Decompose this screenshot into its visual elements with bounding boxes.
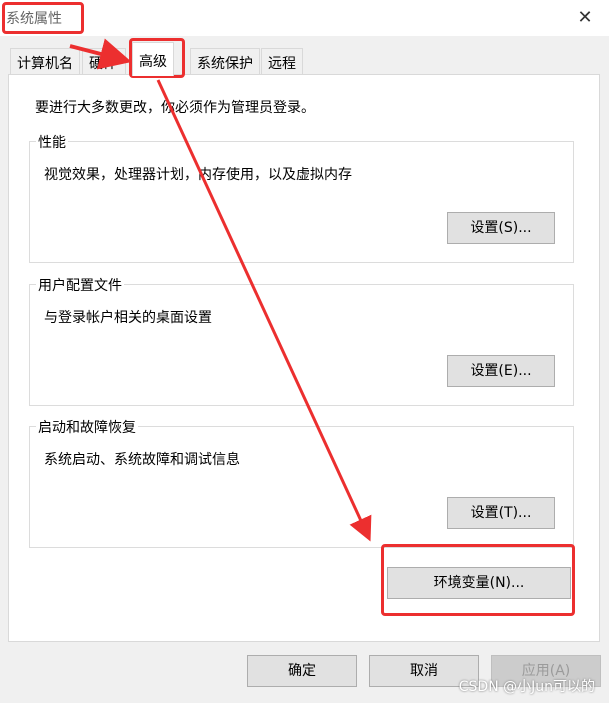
tab-remote[interactable]: 远程 <box>261 48 303 74</box>
startup-recovery-description: 系统启动、系统故障和调试信息 <box>44 452 240 468</box>
tab-label: 高级 <box>139 54 167 70</box>
tab-advanced[interactable]: 高级 <box>132 42 174 76</box>
environment-variables-button[interactable]: 环境变量(N)... <box>387 567 571 599</box>
tab-label: 系统保护 <box>197 56 253 72</box>
window-title: 系统属性 <box>6 11 62 27</box>
tab-computer-name[interactable]: 计算机名 <box>10 48 80 74</box>
user-profiles-title: 用户配置文件 <box>36 275 124 295</box>
tab-label: 计算机名 <box>17 56 73 72</box>
tab-hardware[interactable]: 硬件 <box>82 48 126 74</box>
tab-system-protection[interactable]: 系统保护 <box>190 48 260 74</box>
tab-label: 硬件 <box>89 56 117 72</box>
admin-notice: 要进行大多数更改，你必须作为管理员登录。 <box>35 100 315 116</box>
user-profiles-description: 与登录帐户相关的桌面设置 <box>44 310 212 326</box>
ok-button[interactable]: 确定 <box>247 655 357 687</box>
performance-settings-button[interactable]: 设置(S)... <box>447 212 555 244</box>
startup-recovery-settings-button[interactable]: 设置(T)... <box>447 497 555 529</box>
startup-recovery-title: 启动和故障恢复 <box>36 417 138 437</box>
startup-recovery-group: 启动和故障恢复 设置(T)... 系统启动、系统故障和调试信息 设置(T)... <box>29 417 574 548</box>
user-profiles-group: 用户配置文件 与登录帐户相关的桌面设置 设置(E)... <box>29 275 574 406</box>
watermark: CSDN @小Jun可以的 <box>458 679 595 695</box>
tab-label: 远程 <box>268 56 296 72</box>
system-properties-dialog: 系统属性 ✕ 计算机名 硬件 高级 系统保护 远程 要进行大多数更改，你必须作为… <box>0 0 609 703</box>
close-icon[interactable]: ✕ <box>573 6 597 30</box>
performance-description: 视觉效果，处理器计划，内存使用，以及虚拟内存 <box>44 167 352 183</box>
user-profiles-settings-button[interactable]: 设置(E)... <box>447 355 555 387</box>
performance-group: 性能 视觉效果，处理器计划，内存使用，以及虚拟内存 设置(S)... <box>29 132 574 263</box>
advanced-tab-panel: 要进行大多数更改，你必须作为管理员登录。 性能 视觉效果，处理器计划，内存使用，… <box>8 74 600 642</box>
title-bar: 系统属性 ✕ <box>0 0 609 36</box>
performance-title: 性能 <box>36 132 68 152</box>
